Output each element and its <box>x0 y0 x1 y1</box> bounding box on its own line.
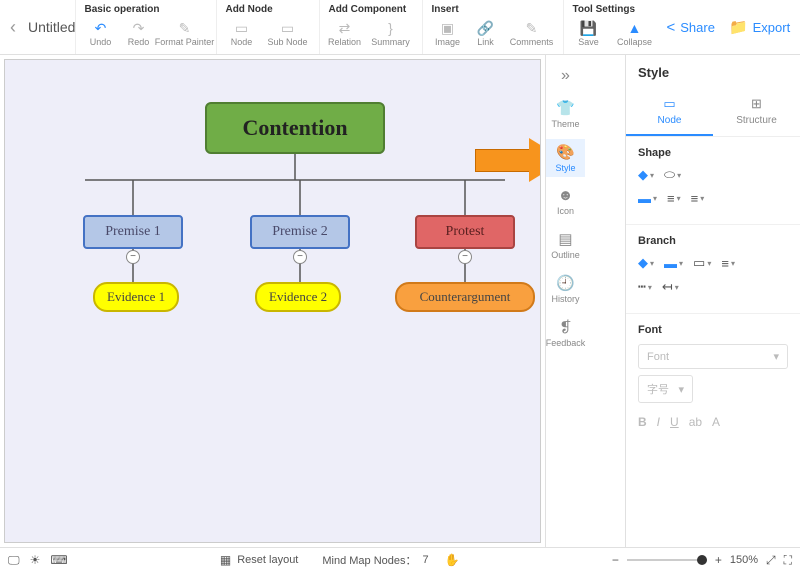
node-evidence-1[interactable]: Evidence 1 <box>93 282 179 312</box>
brightness-icon[interactable]: ☀ <box>30 553 41 568</box>
insert-image-button[interactable]: ▣Image <box>429 17 465 49</box>
insert-comments-button[interactable]: ✎Comments <box>505 17 557 49</box>
zoom-slider[interactable] <box>627 559 707 561</box>
collapse-panel-button[interactable]: » <box>557 63 574 89</box>
branch-width-control[interactable]: ≡▾ <box>721 255 735 271</box>
insert-link-button[interactable]: 🔗Link <box>467 17 503 49</box>
relation-button[interactable]: ⇄Relation <box>326 17 362 49</box>
font-size-select[interactable]: 字号▾ <box>638 375 693 403</box>
summary-button[interactable]: }Summary <box>364 17 416 49</box>
callout-arrow <box>475 138 541 183</box>
branch-section-label: Branch <box>638 235 788 247</box>
zoom-value: 150% <box>730 554 758 566</box>
node-premise-1[interactable]: Premise 1 <box>83 215 183 249</box>
group-toolset-label: Tool Settings <box>570 0 660 17</box>
save-button[interactable]: 💾Save <box>570 17 606 49</box>
group-insert-label: Insert <box>429 0 557 17</box>
monitor-icon[interactable]: 🖵 <box>8 553 20 568</box>
collapse-button[interactable]: ▲Collapse <box>608 17 660 49</box>
add-subnode-button[interactable]: ▭Sub Node <box>261 17 313 49</box>
node-protest[interactable]: Protest <box>415 215 515 249</box>
fullscreen-icon[interactable]: ⛶ <box>784 553 792 568</box>
lowercase-button[interactable]: ab <box>689 415 702 429</box>
panel-title: Style <box>626 55 800 88</box>
shape-section-label: Shape <box>638 147 788 159</box>
sidebar-history[interactable]: 🕘History <box>546 270 585 308</box>
palette-icon: 🎨 <box>556 143 575 161</box>
reset-layout-button[interactable]: Reset layout <box>237 554 298 566</box>
document-title[interactable]: Untitled <box>28 19 75 35</box>
share-button[interactable]: <Share <box>666 19 714 36</box>
node-count-label: Mind Map Nodes： <box>322 552 416 568</box>
zoom-out-button[interactable]: − <box>612 553 619 567</box>
node-icon: ▭ <box>663 96 675 112</box>
shape-fill-control[interactable]: ◆▾ <box>638 167 654 183</box>
border-width-control[interactable]: ≡▾ <box>667 191 681 206</box>
top-toolbar: ‹ Untitled Basic operation ↶Undo ↷Redo ✎… <box>0 0 800 55</box>
shape-type-control[interactable]: ⬭▾ <box>664 167 681 183</box>
group-addcomp-label: Add Component <box>326 0 416 17</box>
layout-icon: ▦ <box>220 553 231 567</box>
export-icon: 📁 <box>729 18 748 36</box>
font-section-label: Font <box>638 324 788 336</box>
fit-icon[interactable]: ⤢ <box>766 553 776 568</box>
font-family-select[interactable]: Font▾ <box>638 344 788 369</box>
branch-style-control[interactable]: ┅▾ <box>638 279 652 295</box>
format-painter-button[interactable]: ✎Format Painter <box>158 17 210 49</box>
feedback-icon: ❡ <box>559 318 572 336</box>
style-panel: Style ▭Node ⊞Structure Shape ◆▾ ⬭▾ ▬▾ ≡▾… <box>625 55 800 547</box>
font-color-button[interactable]: A <box>712 415 720 429</box>
clock-icon: 🕘 <box>556 274 575 292</box>
node-evidence-2[interactable]: Evidence 2 <box>255 282 341 312</box>
tab-structure[interactable]: ⊞Structure <box>713 88 800 136</box>
undo-button[interactable]: ↶Undo <box>82 17 118 49</box>
branch-line-control[interactable]: ▬▾ <box>664 255 683 271</box>
side-toolbar: » 👕Theme 🎨Style ☻Icon ▤Outline 🕘History … <box>545 55 585 547</box>
keyboard-icon[interactable]: ⌨ <box>50 553 67 568</box>
sidebar-style[interactable]: 🎨Style <box>546 139 585 177</box>
sidebar-feedback[interactable]: ❡Feedback <box>546 314 585 352</box>
sidebar-theme[interactable]: 👕Theme <box>546 95 585 133</box>
branch-arrow-control[interactable]: ↤▾ <box>662 279 679 295</box>
share-icon: < <box>666 19 675 36</box>
smile-icon: ☻ <box>558 187 574 204</box>
structure-icon: ⊞ <box>751 96 762 112</box>
sidebar-icon[interactable]: ☻Icon <box>546 183 585 220</box>
add-node-button[interactable]: ▭Node <box>223 17 259 49</box>
collapse-toggle[interactable]: − <box>458 250 472 264</box>
export-button[interactable]: 📁Export <box>729 18 790 36</box>
node-root[interactable]: Contention <box>205 102 385 154</box>
bold-button[interactable]: B <box>638 415 647 429</box>
hand-icon[interactable]: ✋ <box>445 553 460 567</box>
italic-button[interactable]: I <box>657 415 660 429</box>
tab-node[interactable]: ▭Node <box>626 88 713 136</box>
branch-color-control[interactable]: ◆▾ <box>638 255 654 271</box>
collapse-toggle[interactable]: − <box>126 250 140 264</box>
sidebar-outline[interactable]: ▤Outline <box>546 226 585 264</box>
collapse-toggle[interactable]: − <box>293 250 307 264</box>
redo-button[interactable]: ↷Redo <box>120 17 156 49</box>
border-color-control[interactable]: ▬▾ <box>638 191 657 206</box>
zoom-in-button[interactable]: + <box>715 553 722 567</box>
shirt-icon: 👕 <box>556 99 575 117</box>
underline-button[interactable]: U <box>670 415 679 429</box>
mindmap-canvas[interactable]: Contention Premise 1 Premise 2 Protest E… <box>4 59 541 543</box>
border-style-control[interactable]: ≡▾ <box>691 191 705 206</box>
back-button[interactable]: ‹ <box>10 17 16 38</box>
outline-icon: ▤ <box>558 230 572 248</box>
status-bar: 🖵 ☀ ⌨ ▦ Reset layout Mind Map Nodes： 7 ✋… <box>0 547 800 572</box>
node-counterargument[interactable]: Counterargument <box>395 282 535 312</box>
node-count-value: 7 <box>423 554 429 566</box>
group-basic-label: Basic operation <box>82 0 210 17</box>
node-premise-2[interactable]: Premise 2 <box>250 215 350 249</box>
group-addnode-label: Add Node <box>223 0 313 17</box>
branch-shape-control[interactable]: ▭▾ <box>693 255 711 271</box>
